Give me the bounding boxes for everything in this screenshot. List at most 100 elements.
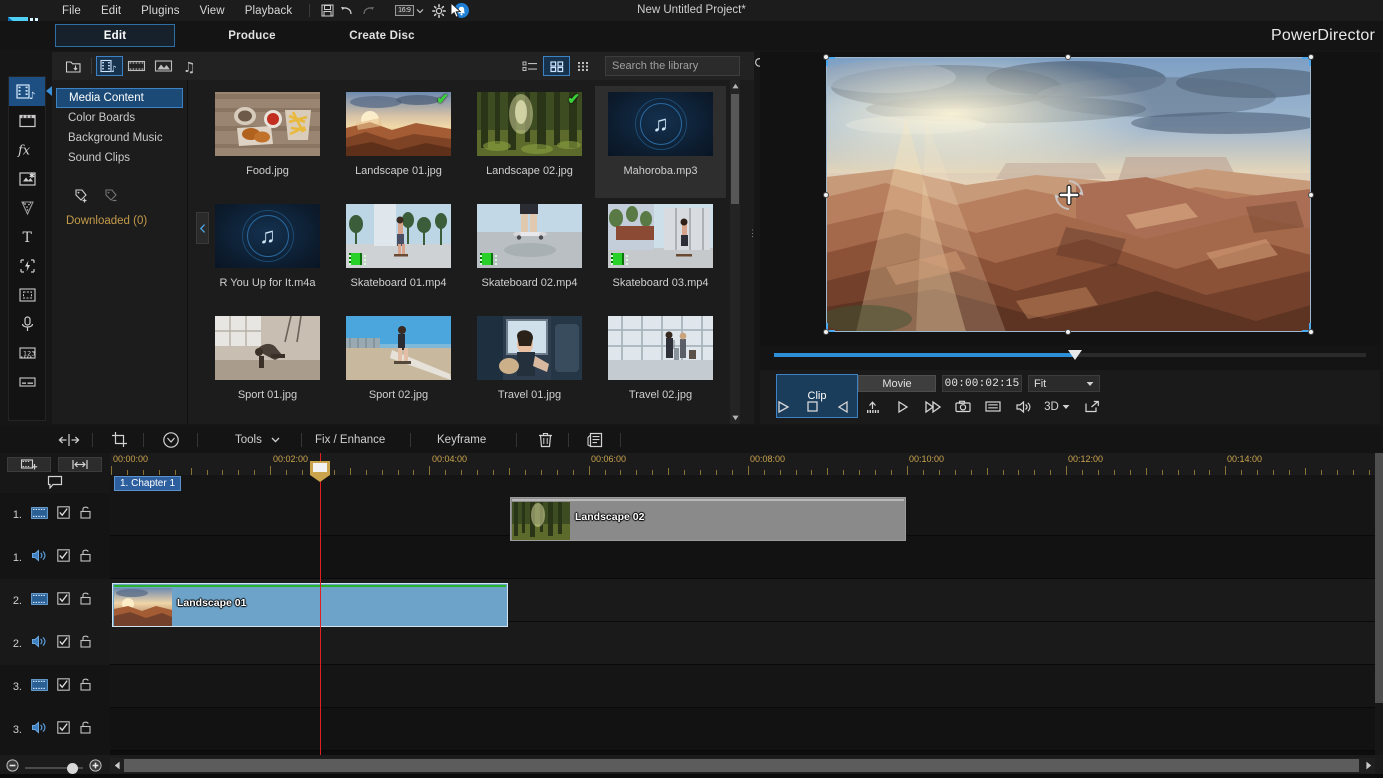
menu-item-playback[interactable]: Playback (235, 3, 302, 19)
scroll-up-icon[interactable] (730, 80, 740, 92)
previous-frame-icon[interactable] (832, 397, 853, 416)
timeline-horizontal-scrollbar[interactable] (110, 758, 1375, 773)
track-header-1-video[interactable]: 1. (0, 493, 110, 536)
tree-item-sound-clips[interactable]: Sound Clips (56, 148, 183, 168)
tree-item-background-music[interactable]: Background Music (56, 128, 183, 148)
preview-mode-movie[interactable]: Movie (858, 375, 936, 392)
list-item[interactable]: ✔ Landscape 02.jpg (464, 86, 595, 198)
sidebar-item-particle-room[interactable] (9, 193, 45, 222)
sidebar-item-effect-room[interactable] (9, 106, 45, 135)
preview-quality-icon[interactable] (982, 397, 1003, 416)
panel-splitter[interactable]: ⋮ (748, 228, 758, 239)
list-item[interactable]: Sport 01.jpg (202, 310, 333, 422)
sidebar-item-transition-room[interactable] (9, 251, 45, 280)
import-media-icon[interactable] (60, 56, 87, 76)
track-header-3-audio[interactable]: 3. (0, 708, 110, 751)
library-scrollbar[interactable] (730, 80, 740, 424)
track-lock-icon[interactable] (79, 505, 92, 524)
list-item[interactable]: Skateboard 03.mp4 (595, 198, 726, 310)
video-track-icon[interactable] (31, 678, 48, 696)
list-item[interactable]: Food.jpg (202, 86, 333, 198)
sidebar-item-media-room[interactable]: ♪ (9, 77, 45, 106)
preview-timecode[interactable]: 00:00:02:15 (942, 375, 1022, 392)
track-enable-checkbox[interactable] (57, 592, 70, 610)
sidebar-item-pip-object-room[interactable]: ✱ (9, 164, 45, 193)
sidebar-item-subtitle-room[interactable] (9, 367, 45, 396)
resize-handle-top-center[interactable] (1065, 54, 1071, 60)
sidebar-item-title-room[interactable]: T (9, 222, 45, 251)
rotate-move-handle-icon[interactable] (1049, 175, 1089, 215)
track-enable-checkbox[interactable] (57, 635, 70, 653)
list-view-icon[interactable] (516, 56, 543, 76)
scrollbar-thumb[interactable] (1375, 453, 1383, 703)
track-header-2-video[interactable]: 2. (0, 579, 110, 622)
list-item[interactable]: ♫ Mahoroba.mp3 (595, 86, 726, 198)
timeline-vertical-scrollbar[interactable] (1375, 453, 1383, 755)
track-enable-checkbox[interactable] (57, 721, 70, 739)
menu-item-plugins[interactable]: Plugins (131, 3, 189, 19)
3d-mode-icon[interactable]: 3D (1042, 397, 1072, 416)
scrubber-handle[interactable] (1068, 350, 1082, 360)
media-content-icon[interactable]: ♪ (96, 56, 123, 76)
designer-icon[interactable] (587, 426, 604, 453)
audio-track-icon[interactable] (31, 721, 48, 739)
step-in-icon[interactable] (862, 397, 883, 416)
track-header-3-video[interactable]: 3. (0, 665, 110, 708)
scroll-down-icon[interactable] (730, 412, 740, 424)
aspect-ratio-icon[interactable]: 16:9 (395, 5, 423, 16)
list-item[interactable]: Travel 02.jpg (595, 310, 726, 422)
resize-handle-bottom-left[interactable] (823, 329, 829, 335)
downloaded-label[interactable]: Downloaded (0) (52, 215, 187, 227)
track-enable-checkbox[interactable] (57, 678, 70, 696)
zoom-slider[interactable] (25, 761, 83, 775)
tree-item-media-content[interactable]: Media Content (56, 88, 183, 108)
detach-preview-icon[interactable] (1081, 397, 1102, 416)
menu-item-view[interactable]: View (190, 3, 235, 19)
list-item[interactable]: ✔ Landscape 01.jpg (333, 86, 464, 198)
chapter-marker[interactable]: 1. Chapter 1 (114, 476, 181, 491)
grid-view-icon[interactable] (543, 56, 570, 76)
search-input[interactable] (612, 60, 754, 72)
preview-scrubber[interactable] (774, 347, 1366, 363)
tools-menu[interactable]: Tools (235, 426, 280, 453)
playhead-line[interactable] (320, 453, 321, 755)
track-lock-icon[interactable] (79, 720, 92, 739)
timeline-track-row[interactable] (110, 536, 1383, 579)
list-item[interactable]: Skateboard 01.mp4 (333, 198, 464, 310)
fast-forward-icon[interactable] (922, 397, 943, 416)
save-icon[interactable] (317, 3, 337, 19)
stop-icon[interactable] (802, 397, 823, 416)
snap-icon[interactable] (58, 457, 102, 472)
list-item[interactable]: ♫ R You Up for It.m4a (202, 198, 333, 310)
tree-item-color-boards[interactable]: Color Boards (56, 108, 183, 128)
scroll-left-icon[interactable] (110, 758, 124, 773)
timeline-track-row[interactable] (110, 708, 1383, 751)
sidebar-item-voice-over-room[interactable] (9, 309, 45, 338)
marker-comment-icon[interactable] (47, 475, 63, 494)
resize-handle-top-right[interactable] (1308, 54, 1314, 60)
timeline-clip[interactable]: Landscape 02 (510, 497, 906, 541)
tab-produce[interactable]: Produce (192, 24, 312, 47)
video-filter-icon[interactable] (123, 56, 150, 76)
crop-icon[interactable] (111, 426, 129, 453)
redo-icon[interactable] (357, 3, 377, 19)
playhead-handle[interactable] (310, 461, 330, 475)
track-header-1-audio[interactable]: 1. (0, 536, 110, 579)
resize-handle-bottom-center[interactable] (1065, 329, 1071, 335)
detail-view-icon[interactable] (570, 56, 597, 76)
sidebar-item-fx-room[interactable]: fx (9, 135, 45, 164)
video-track-icon[interactable] (31, 506, 48, 524)
scroll-right-icon[interactable] (1361, 758, 1375, 773)
timeline-track-row[interactable] (110, 622, 1383, 665)
panel-collapse-button[interactable] (196, 212, 209, 244)
split-icon[interactable] (58, 426, 80, 453)
resize-handle-bottom-right[interactable] (1308, 329, 1314, 335)
resize-handle-top-left[interactable] (823, 54, 829, 60)
list-item[interactable]: Travel 01.jpg (464, 310, 595, 422)
chapter-strip[interactable]: 1. Chapter 1 (110, 475, 1383, 493)
track-lock-icon[interactable] (79, 548, 92, 567)
track-enable-checkbox[interactable] (57, 506, 70, 524)
resize-handle-middle-right[interactable] (1308, 192, 1314, 198)
track-lock-icon[interactable] (79, 634, 92, 653)
audio-filter-icon[interactable]: ♫ (177, 56, 204, 76)
